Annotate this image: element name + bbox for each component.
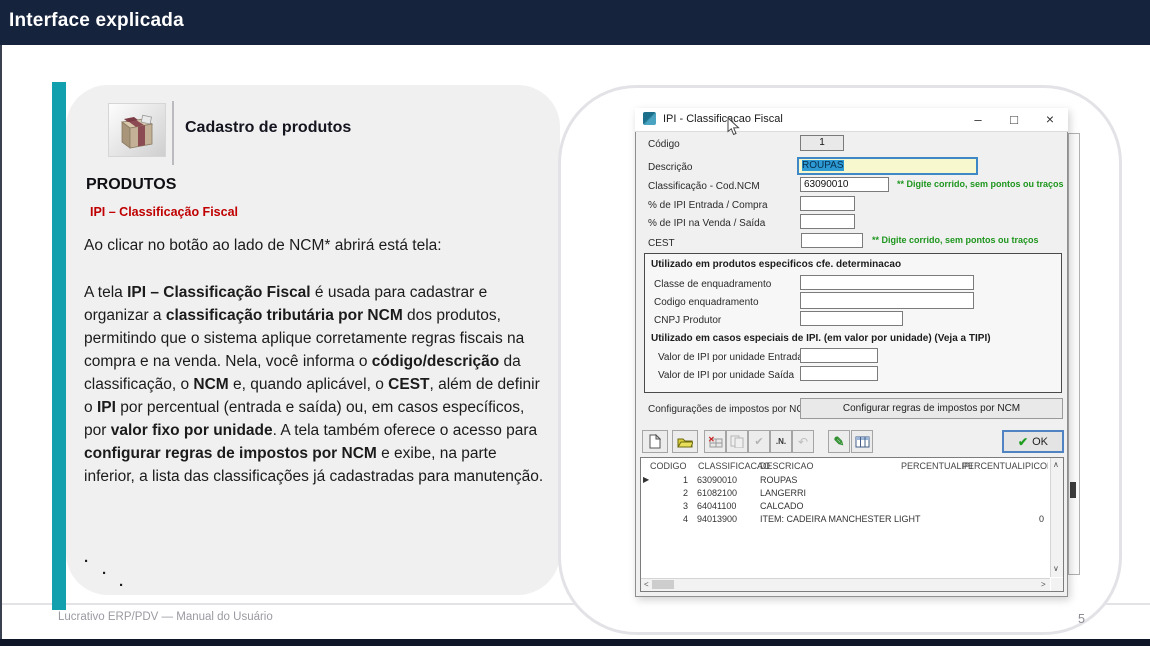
groupbox-header-1: Utilizado em produtos especificos cfe. d… — [651, 259, 901, 270]
grid-table-icon — [855, 436, 870, 448]
scroll-left-icon[interactable]: < — [644, 580, 649, 589]
configurar-regras-button[interactable]: Configurar regras de impostos por NCM — [800, 398, 1063, 419]
ncm-input[interactable]: 63090010 — [800, 177, 889, 192]
ncm-label: Classificação - Cod.NCM — [648, 181, 760, 192]
copy-pages-icon — [730, 435, 744, 448]
grid-view-button[interactable] — [851, 430, 873, 453]
ok-label: OK — [1032, 436, 1048, 448]
cell-descricao: ROUPAS — [760, 475, 797, 485]
vertical-scrollbar[interactable] — [1050, 458, 1063, 577]
maximize-button[interactable]: □ — [1002, 110, 1026, 129]
ok-button[interactable]: ✔ OK — [1002, 430, 1064, 453]
mouse-cursor-icon — [727, 117, 740, 136]
cell-descricao: LANGERRI — [760, 488, 806, 498]
background-scrollbar-thumb — [1070, 482, 1076, 498]
col-header-descricao[interactable]: DESCRICAO — [760, 461, 814, 471]
scroll-down-icon[interactable]: ∨ — [1053, 564, 1059, 573]
horizontal-scroll-thumb[interactable] — [652, 580, 674, 589]
continuation-dot: . — [119, 573, 123, 590]
intro-text: Ao clicar no botão ao lado de NCM* abrir… — [84, 237, 554, 255]
manual-page: Interface explicada Lucrativo ERP/PDV — … — [0, 0, 1150, 646]
new-page-icon — [649, 434, 661, 449]
cell-extra: 0 — [1039, 514, 1044, 524]
cest-label: CEST — [648, 238, 675, 249]
valor-saida-label: Valor de IPI por unidade Saída — [658, 370, 794, 381]
cest-hint: ** Digite corrido, sem pontos ou traços — [872, 235, 1039, 245]
continuation-dot: . — [102, 561, 106, 578]
classe-input[interactable] — [800, 275, 974, 290]
cell-codigo: 4 — [648, 514, 688, 524]
cell-codigo: 2 — [648, 488, 688, 498]
edit-pen-button[interactable]: ✎ — [828, 430, 850, 453]
open-button[interactable] — [672, 430, 698, 453]
page-number: 5 — [1078, 612, 1085, 626]
cnpj-input[interactable] — [800, 311, 903, 326]
n-button[interactable]: .N. — [770, 430, 792, 453]
config-label: Configurações de impostos por NCM — [648, 404, 812, 415]
page-title: Interface explicada — [9, 10, 184, 32]
selected-text: ROUPAS — [802, 160, 844, 171]
cell-classificacao: 63090010 — [697, 475, 737, 485]
grid-content: CODIGO CLASSIFICACAO DESCRICAO PERCENTUA… — [641, 458, 1048, 577]
bottom-bar — [0, 639, 1150, 646]
teal-accent-bar — [52, 82, 66, 610]
dialog-title: IPI - Classificacao Fiscal — [663, 113, 783, 125]
new-record-button[interactable] — [642, 430, 668, 453]
codigo-enq-input[interactable] — [800, 292, 974, 309]
ipi-entrada-label: % de IPI Entrada / Compra — [648, 200, 768, 211]
horizontal-scrollbar[interactable] — [641, 578, 1050, 591]
ok-check-icon: ✔ — [1018, 435, 1028, 449]
header-divider — [172, 101, 174, 165]
valor-entrada-input[interactable] — [800, 348, 878, 363]
minimize-button[interactable]: – — [966, 110, 990, 129]
codigo-input[interactable]: 1 — [800, 135, 844, 151]
col-header-percentualipicompra[interactable]: PERCENTUALIPICOMPRA — [962, 461, 1048, 471]
ipi-saida-input[interactable] — [800, 214, 855, 229]
svg-text:✕: ✕ — [708, 435, 715, 444]
valor-saida-input[interactable] — [800, 366, 878, 381]
open-folder-icon — [677, 436, 693, 448]
classe-label: Classe de enquadramento — [654, 279, 771, 290]
ncm-hint: ** Digite corrido, sem pontos ou traços — [897, 179, 1064, 189]
ipi-entrada-input[interactable] — [800, 196, 855, 211]
cnpj-label: CNPJ Produtor — [654, 315, 721, 326]
cell-descricao: ITEM: CADEIRA MANCHESTER LIGHT — [760, 514, 921, 524]
copy-button[interactable] — [726, 430, 748, 453]
card-header-title: Cadastro de produtos — [185, 119, 351, 137]
scroll-right-icon[interactable]: > — [1041, 580, 1046, 589]
codigo-label: Código — [648, 139, 680, 150]
continuation-dot: . — [84, 549, 88, 566]
col-header-codigo[interactable]: CODIGO — [650, 461, 687, 471]
delete-button[interactable]: ✕ — [704, 430, 726, 453]
cell-classificacao: 64041100 — [697, 501, 736, 511]
cell-codigo: 3 — [648, 501, 688, 511]
cell-descricao: CALCADO — [760, 501, 804, 511]
background-window-edge — [1068, 133, 1080, 575]
footer-text: Lucrativo ERP/PDV — Manual do Usuário — [58, 611, 273, 623]
valor-entrada-label: Valor de IPI por unidade Entrada — [658, 352, 803, 363]
groupbox-header-2: Utilizado em casos especiais de IPI. (em… — [651, 333, 991, 344]
close-button[interactable]: × — [1038, 110, 1062, 129]
delete-table-icon: ✕ — [708, 435, 723, 448]
cest-input[interactable] — [801, 233, 863, 248]
scroll-up-icon[interactable]: ∧ — [1053, 460, 1059, 469]
cell-classificacao: 94013900 — [697, 514, 737, 524]
subsection-title: IPI – Classificação Fiscal — [90, 205, 238, 219]
resize-grip[interactable] — [1051, 578, 1063, 591]
section-title: PRODUTOS — [86, 176, 176, 194]
codigo-enq-label: Codigo enquadramento — [654, 297, 759, 308]
ipi-saida-label: % de IPI na Venda / Saída — [648, 218, 765, 229]
left-border-line — [0, 45, 2, 639]
body-paragraph: A tela IPI – Classificação Fiscal é usad… — [84, 281, 546, 488]
product-box-icon — [108, 103, 166, 157]
cell-codigo: 1 — [648, 475, 688, 485]
package-icon — [114, 108, 160, 152]
app-icon — [643, 112, 656, 125]
top-title-bar: Interface explicada — [0, 0, 1150, 45]
descricao-input[interactable]: ROUPAS — [797, 157, 978, 175]
cell-classificacao: 61082100 — [697, 488, 737, 498]
descricao-label: Descrição — [648, 162, 692, 173]
confirm-button[interactable]: ✔ — [748, 430, 770, 453]
undo-button[interactable]: ↶ — [792, 430, 814, 453]
